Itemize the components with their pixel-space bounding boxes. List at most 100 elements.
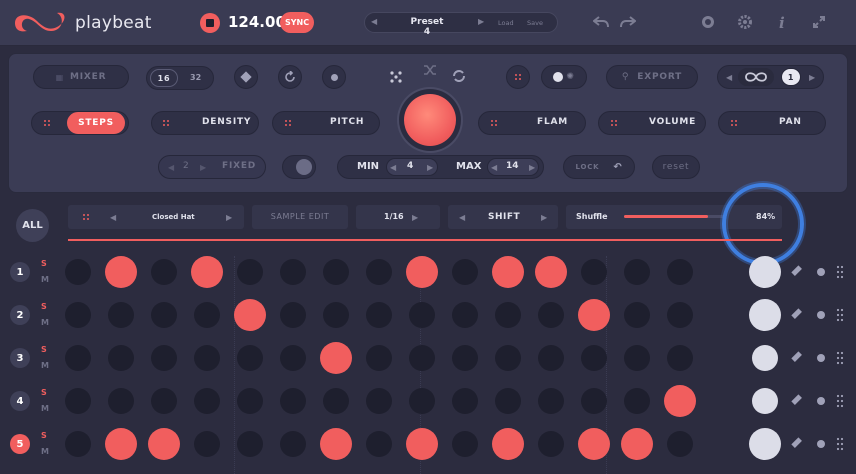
step-cell[interactable] [624, 388, 650, 414]
step-cell[interactable] [366, 302, 392, 328]
random-dice-icon[interactable] [389, 70, 403, 84]
preset-name[interactable]: Preset 4 [407, 17, 447, 37]
dot-icon[interactable] [817, 354, 825, 362]
redo-icon[interactable] [620, 15, 636, 29]
step-cell[interactable] [194, 431, 220, 457]
reset-button[interactable]: reset [652, 155, 700, 179]
track-number[interactable]: 2 [10, 305, 30, 325]
step-cell[interactable] [108, 388, 134, 414]
velocity-knob[interactable] [749, 299, 781, 331]
drag-handle-icon[interactable] [836, 437, 844, 451]
record-button[interactable] [200, 13, 220, 33]
step-cell[interactable] [495, 388, 521, 414]
step-cell[interactable] [409, 302, 435, 328]
gear-icon[interactable] [737, 14, 753, 30]
pattern-count[interactable]: 1 [781, 68, 801, 86]
max-value[interactable]: 14 [506, 161, 519, 171]
solo-button[interactable]: S [41, 429, 47, 442]
step-cell[interactable] [366, 388, 392, 414]
step-cell[interactable] [108, 302, 134, 328]
shift-next-arrow-icon[interactable]: ▶ [541, 213, 547, 222]
step-cell-on[interactable] [191, 256, 223, 288]
sample-edit-button[interactable]: SAMPLE EDIT [252, 205, 348, 229]
velocity-knob[interactable] [749, 428, 781, 460]
step-cell[interactable] [667, 345, 693, 371]
step-cell[interactable] [151, 302, 177, 328]
track-number[interactable]: 5 [10, 434, 30, 454]
drag-handle-icon[interactable] [836, 308, 844, 322]
solo-button[interactable]: S [41, 300, 47, 313]
track-number[interactable]: 1 [10, 262, 30, 282]
solo-button[interactable]: S [41, 257, 47, 270]
step-cell[interactable] [366, 259, 392, 285]
step-cell-on[interactable] [535, 256, 567, 288]
step-cell[interactable] [581, 345, 607, 371]
step-cell[interactable] [151, 388, 177, 414]
steps-32-option[interactable]: 32 [190, 73, 201, 82]
step-cell[interactable] [366, 345, 392, 371]
step-cell-on[interactable] [406, 256, 438, 288]
step-cell-on[interactable] [320, 428, 352, 460]
sample-prev-arrow-icon[interactable]: ◀ [110, 213, 116, 222]
step-cell[interactable] [581, 259, 607, 285]
drag-handle-icon[interactable] [836, 351, 844, 365]
step-cell-on[interactable] [578, 428, 610, 460]
mute-button[interactable]: M [41, 316, 49, 329]
step-cell[interactable] [151, 259, 177, 285]
fixed-value[interactable]: 2 [183, 161, 189, 171]
step-cell[interactable] [667, 302, 693, 328]
pattern-next-arrow-icon[interactable]: ▶ [809, 73, 815, 82]
shuffle-icon[interactable] [423, 64, 437, 76]
step-cell[interactable] [581, 388, 607, 414]
generate-knob[interactable] [399, 89, 461, 151]
step-cell[interactable] [538, 302, 564, 328]
velocity-knob[interactable] [752, 345, 778, 371]
lock-button[interactable]: LOCK ↶ [563, 155, 635, 179]
eraser-button[interactable] [234, 65, 258, 89]
dot-icon[interactable] [817, 440, 825, 448]
step-cell-on[interactable] [621, 428, 653, 460]
step-cell[interactable] [237, 388, 263, 414]
step-cell[interactable] [538, 388, 564, 414]
pencil-icon[interactable] [791, 308, 803, 320]
steps-16-option[interactable]: 16 [150, 69, 178, 87]
step-cell-on[interactable] [105, 256, 137, 288]
shuffle-slider-track[interactable] [624, 215, 724, 218]
tab-steps[interactable]: STEPS [67, 112, 125, 134]
step-cell-on[interactable] [492, 256, 524, 288]
pattern-prev-arrow-icon[interactable]: ◀ [726, 73, 732, 82]
step-cell[interactable] [409, 388, 435, 414]
drag-handle-icon[interactable] [836, 265, 844, 279]
step-cell-on[interactable] [492, 428, 524, 460]
step-cell[interactable] [194, 302, 220, 328]
step-cell[interactable] [409, 345, 435, 371]
step-cell[interactable] [237, 259, 263, 285]
step-cell[interactable] [495, 345, 521, 371]
step-cell[interactable] [65, 302, 91, 328]
step-cell[interactable] [323, 259, 349, 285]
info-icon[interactable]: i [779, 14, 785, 32]
mute-button[interactable]: M [41, 445, 49, 458]
power-icon[interactable] [701, 15, 715, 29]
sample-next-arrow-icon[interactable]: ▶ [226, 213, 232, 222]
step-cell[interactable] [366, 431, 392, 457]
step-cell[interactable] [151, 345, 177, 371]
step-cell[interactable] [624, 345, 650, 371]
step-cell[interactable] [538, 345, 564, 371]
pencil-icon[interactable] [791, 351, 803, 363]
save-button[interactable]: Save [527, 19, 543, 27]
step-cell[interactable] [280, 388, 306, 414]
mute-button[interactable]: M [41, 359, 49, 372]
pencil-icon[interactable] [791, 265, 803, 277]
step-cell[interactable] [280, 302, 306, 328]
step-cell[interactable] [280, 259, 306, 285]
step-cell[interactable] [108, 345, 134, 371]
export-button[interactable]: ⚲ EXPORT [606, 65, 698, 89]
step-cell[interactable] [65, 259, 91, 285]
expand-icon[interactable] [812, 15, 826, 29]
dot-icon[interactable] [817, 397, 825, 405]
step-cell[interactable] [280, 345, 306, 371]
fixed-prev-arrow-icon[interactable]: ◀ [168, 163, 174, 172]
step-cell[interactable] [194, 345, 220, 371]
pencil-icon[interactable] [791, 437, 803, 449]
